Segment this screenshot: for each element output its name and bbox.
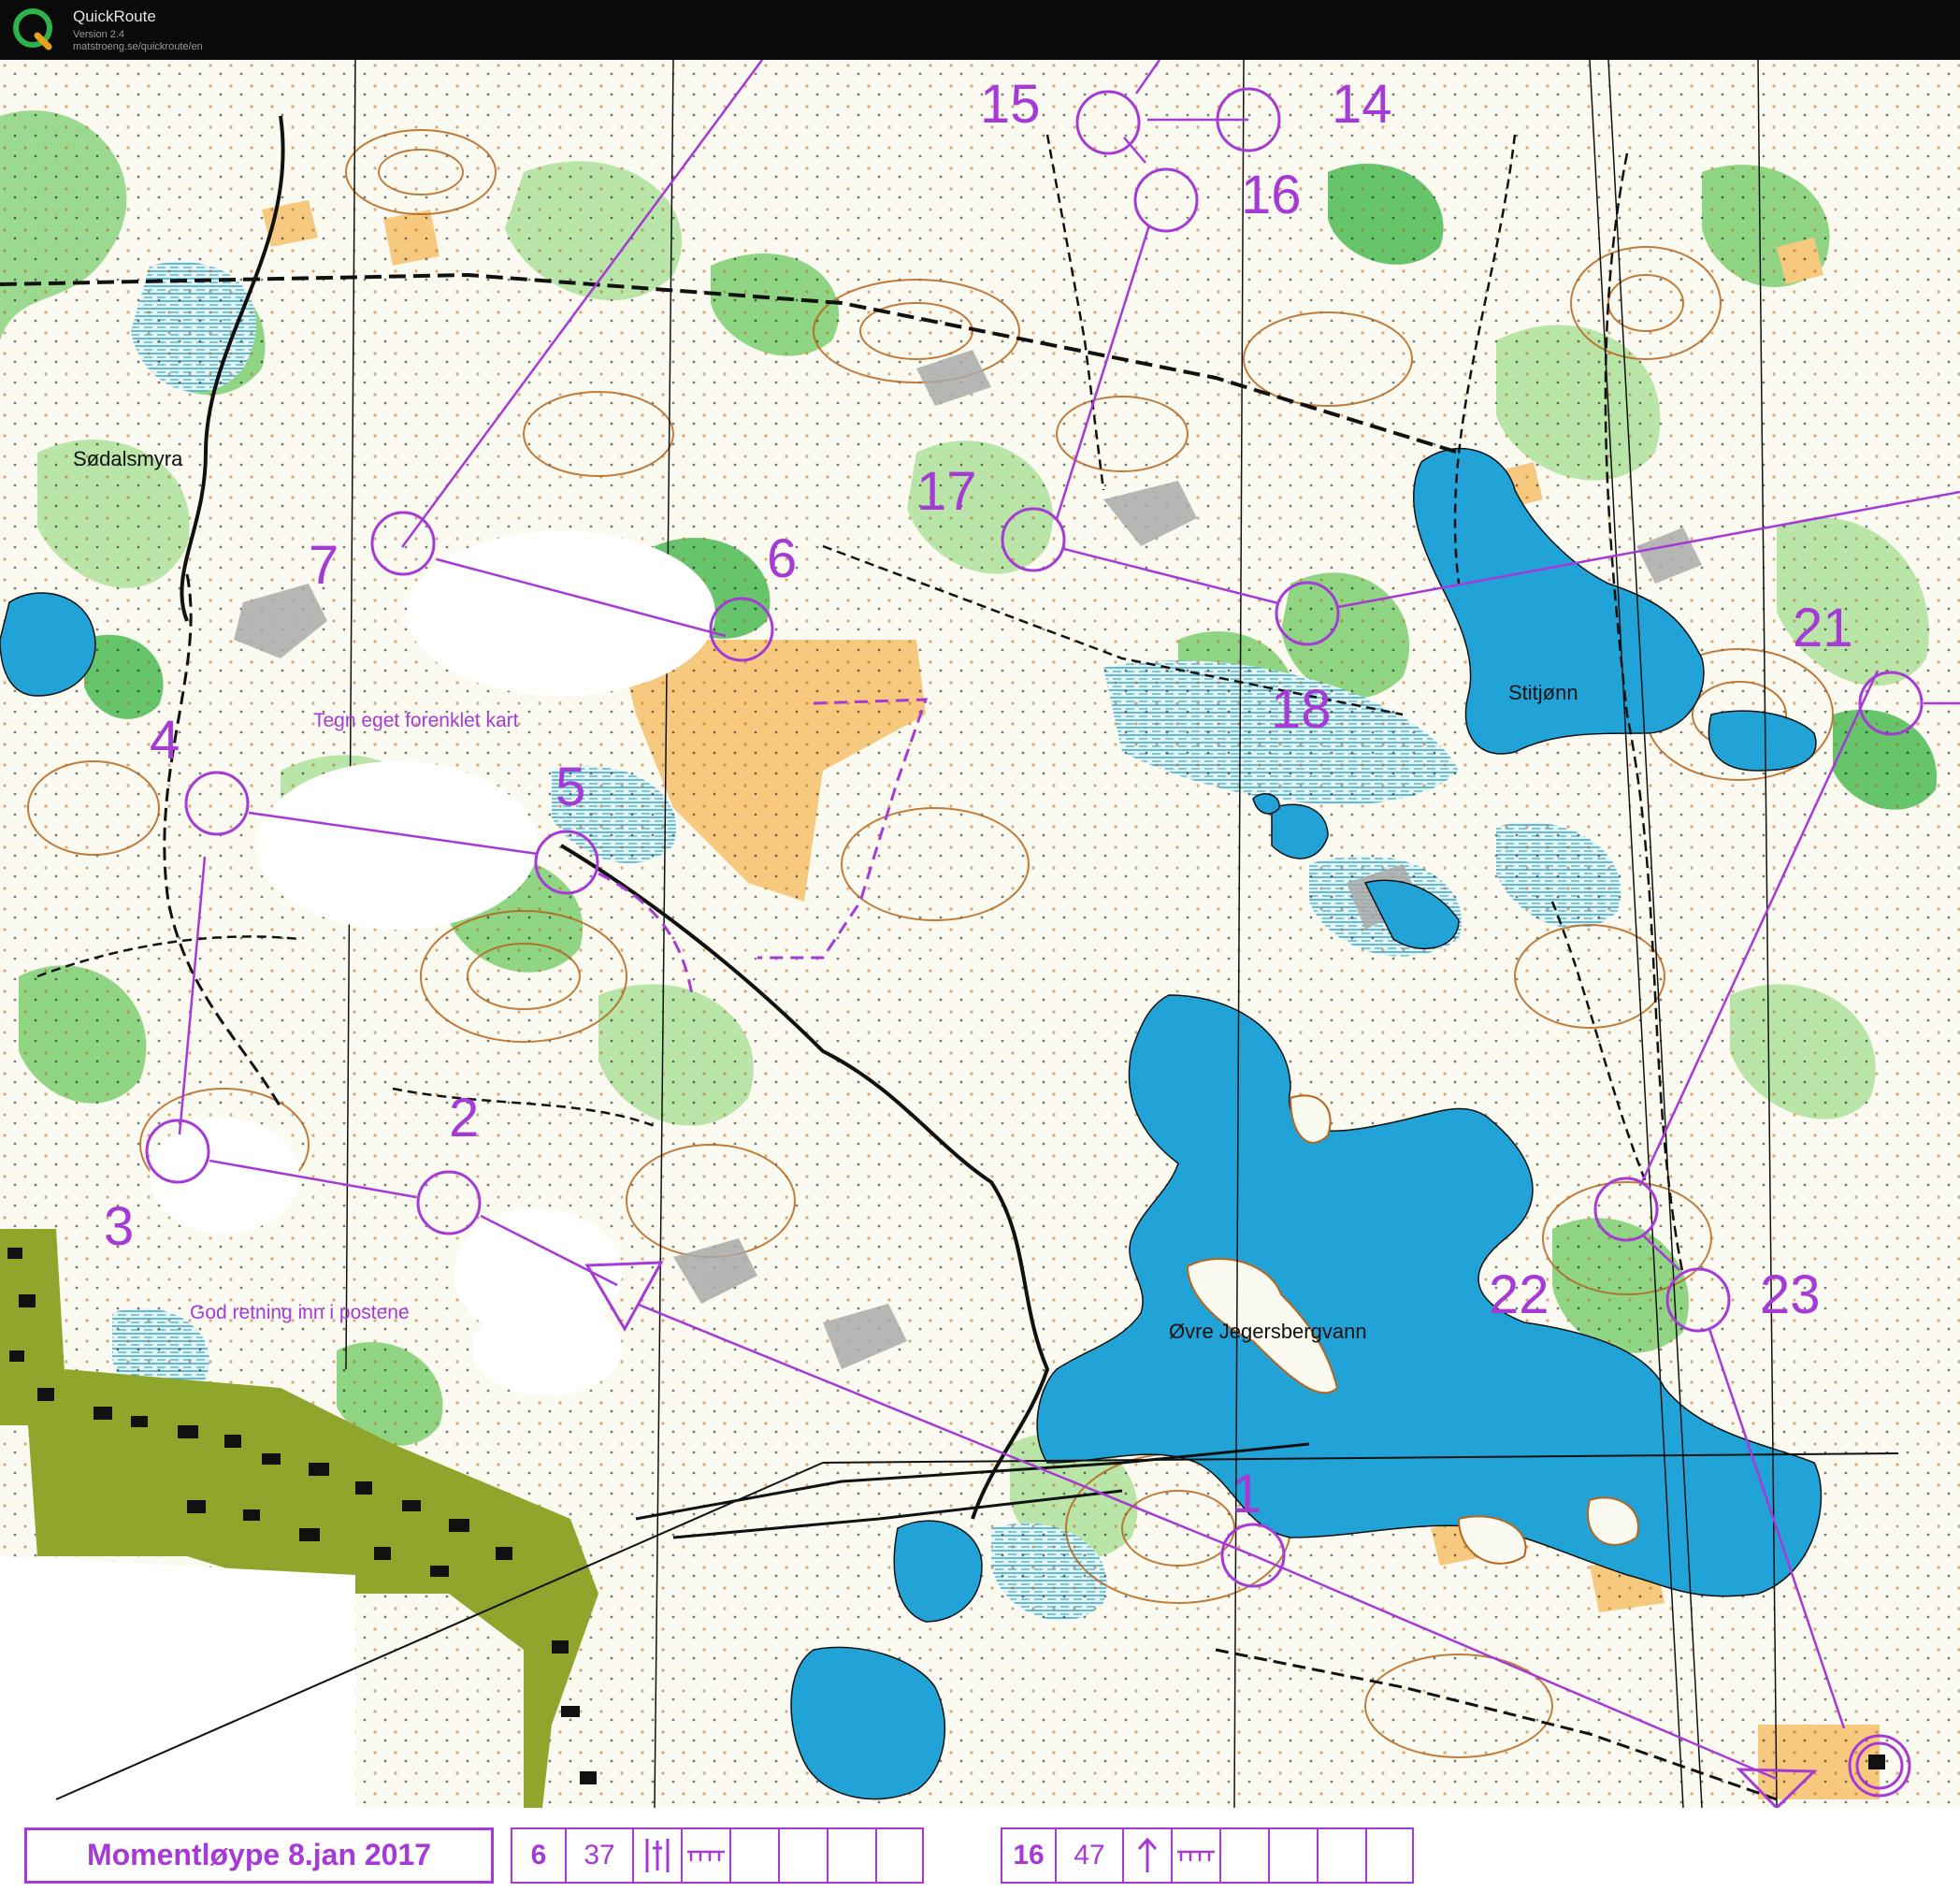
- empty-cell: [729, 1827, 778, 1884]
- control-description-number: 6: [511, 1827, 565, 1884]
- annotation-good-direction: God retning inn i postene: [190, 1302, 410, 1323]
- empty-cell: [1219, 1827, 1268, 1884]
- control-number-7: 7: [309, 535, 339, 596]
- up-arrow-icon: [1122, 1827, 1171, 1884]
- control-number-21: 21: [1793, 598, 1853, 658]
- control-description-number: 16: [1001, 1827, 1055, 1884]
- control-number-5: 5: [555, 757, 585, 817]
- empty-cell: [827, 1827, 875, 1884]
- place-name-ovre-jegersbergvann: Øvre Jegersbergvann: [1169, 1320, 1367, 1343]
- control-number-16: 16: [1241, 165, 1302, 225]
- empty-cell: [1268, 1827, 1317, 1884]
- control-number-1: 1: [1232, 1464, 1261, 1524]
- control-number-14: 14: [1332, 74, 1392, 135]
- control-number-3: 3: [104, 1196, 134, 1257]
- course-title: Momentløype 8.jan 2017: [86, 1838, 432, 1871]
- control-number-15: 15: [980, 74, 1041, 135]
- place-name-sodalsmyra: Sødalsmyra: [73, 447, 183, 470]
- finish-building: [1868, 1755, 1885, 1769]
- empty-cell: [875, 1827, 924, 1884]
- orienteering-map[interactable]: Sødalsmyra Stitjønn Øvre Jegersbergvann …: [0, 60, 1960, 1808]
- control-description-row: 16 47: [1001, 1827, 1414, 1884]
- hill-between-lines-icon: [632, 1827, 681, 1884]
- control-number-2: 2: [449, 1088, 479, 1148]
- control-description-row: 6 37: [511, 1827, 924, 1884]
- control-number-22: 22: [1489, 1264, 1549, 1325]
- control-number-6: 6: [767, 528, 797, 589]
- control-description-code: 37: [565, 1827, 632, 1884]
- control-number-17: 17: [916, 461, 977, 522]
- control-number-23: 23: [1760, 1264, 1821, 1325]
- control-description-code: 47: [1055, 1827, 1122, 1884]
- empty-cell: [778, 1827, 827, 1884]
- fence-icon: [681, 1827, 729, 1884]
- map-footer: Momentløype 8.jan 2017 6 37 16 47: [0, 1808, 1960, 1892]
- app-version: Version 2.4: [73, 29, 125, 40]
- control-number-18: 18: [1271, 679, 1332, 740]
- annotation-simplified-map: Tegn eget forenklet kart: [313, 710, 519, 731]
- app-url: matstroeng.se/quickroute/en: [73, 41, 203, 52]
- quickroute-logo: [13, 8, 52, 51]
- app-title-bar: QuickRoute Version 2.4 matstroeng.se/qui…: [0, 0, 1960, 60]
- course-title-box: Momentløype 8.jan 2017: [24, 1827, 494, 1884]
- empty-cell: [1317, 1827, 1365, 1884]
- control-number-4: 4: [150, 710, 180, 771]
- fence-icon: [1171, 1827, 1219, 1884]
- app-name: QuickRoute: [73, 7, 156, 25]
- empty-cell: [1365, 1827, 1414, 1884]
- place-name-stitjonn: Stitjønn: [1508, 681, 1578, 704]
